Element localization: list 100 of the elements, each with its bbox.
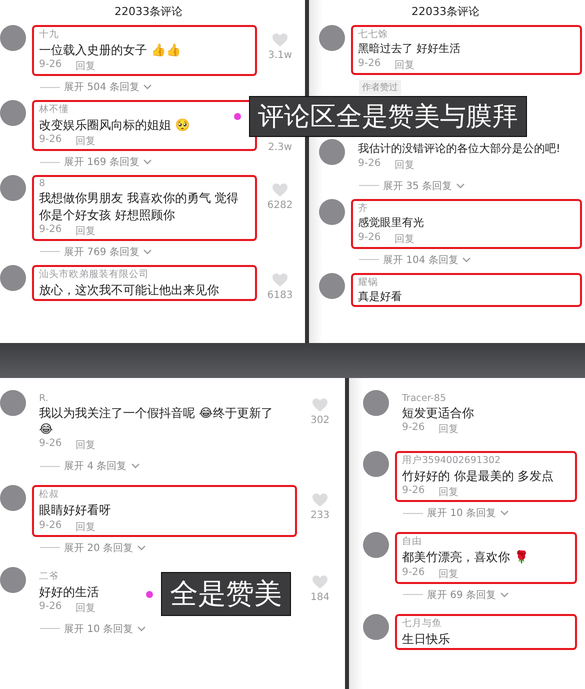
reply-link[interactable]: 回复 [76, 224, 96, 238]
username[interactable]: Tracer-85 [402, 393, 446, 404]
chevron-down-icon [130, 463, 140, 470]
avatar[interactable] [0, 264, 26, 291]
username[interactable]: R. [39, 393, 48, 404]
chevron-down-icon [137, 544, 146, 551]
avatar[interactable] [319, 272, 345, 299]
comment-text: 眼睛好好看呀 [39, 502, 111, 519]
comment-text: 我以为我关注了一个假抖音呢 😂终于更新了 😂 [39, 405, 274, 438]
chevron-down-icon [500, 510, 510, 516]
expand-replies-link[interactable]: 展开 10 条回复 [427, 506, 496, 520]
comment-date: 9-26 [39, 59, 62, 72]
username[interactable]: 8 [39, 178, 46, 190]
avatar[interactable] [319, 138, 345, 165]
comment-text: 短发更适合你 [402, 405, 474, 422]
avatar[interactable] [0, 390, 26, 416]
expand-replies-link[interactable]: 展开 504 条回复 [64, 80, 140, 94]
avatar[interactable] [363, 532, 389, 558]
avatar[interactable] [363, 451, 389, 478]
reply-link[interactable]: 回复 [394, 58, 415, 72]
username[interactable]: 汕头市欧弟服装有限公司 [39, 268, 149, 281]
expand-replies-link[interactable]: 展开 169 条回复 [64, 155, 140, 170]
chevron-down-icon [137, 626, 146, 632]
chevron-down-icon [143, 84, 152, 90]
comment-date: 9-26 [402, 422, 425, 436]
chevron-down-icon [500, 592, 510, 598]
comment-text: 生日快乐 [402, 630, 450, 647]
avatar[interactable] [0, 25, 26, 51]
comment-text: 改变娱乐圈风向标的姐姐 🥺 [39, 117, 190, 134]
comment-text: 我估计的没错评论的各位大部分是公的吧! [358, 142, 560, 157]
like-count: 2.3w [268, 142, 292, 154]
comment-date: 9-26 [358, 158, 381, 171]
reply-link[interactable]: 回复 [438, 422, 459, 436]
reply-link[interactable]: 回复 [438, 485, 459, 500]
like-count: 3.1w [268, 50, 292, 61]
comment-date: 9-26 [39, 438, 62, 452]
expand-replies-link[interactable]: 展开 4 条回复 [64, 459, 127, 474]
comment-date: 9-26 [39, 520, 62, 533]
username[interactable]: 齐 [358, 202, 368, 215]
comment-date: 9-26 [402, 485, 425, 498]
chevron-down-icon [462, 256, 472, 263]
expand-replies-link[interactable]: 展开 104 条回复 [383, 252, 458, 267]
comment-text: 好好的生活 [39, 584, 99, 600]
like-count: 302 [310, 415, 330, 426]
like-count: 6282 [267, 200, 293, 212]
reply-link[interactable]: 回复 [76, 59, 96, 74]
username[interactable]: 耀锅 [358, 276, 378, 289]
caption-label: 全是赞美 [161, 572, 291, 616]
username[interactable]: 松叔 [39, 488, 59, 502]
expand-replies-link[interactable]: 展开 769 条回复 [64, 244, 140, 259]
expand-replies-link[interactable]: 展开 20 条回复 [64, 540, 134, 555]
avatar[interactable] [0, 100, 26, 126]
comment-date: 9-26 [402, 566, 425, 580]
expand-replies-link[interactable]: 展开 69 条回复 [427, 588, 496, 602]
like-count: 233 [310, 510, 330, 522]
reply-link[interactable]: 回复 [76, 600, 96, 615]
comment-text: 放心，这次我不可能让他出来见你 [39, 282, 219, 298]
comment-text: 黑暗过去了 好好生活 [358, 42, 460, 57]
reply-link[interactable]: 回复 [76, 134, 96, 148]
chevron-down-icon [456, 182, 466, 189]
avatar[interactable] [363, 614, 389, 640]
avatar[interactable] [319, 198, 345, 225]
avatar[interactable] [319, 25, 345, 51]
reply-link[interactable]: 回复 [76, 520, 96, 534]
chevron-down-icon [143, 248, 152, 255]
comment-text: 都美竹漂亮，喜欢你 🌹 [402, 549, 529, 566]
comment-date: 9-26 [39, 134, 62, 148]
comment-text: 感觉眼里有光 [358, 216, 424, 231]
username[interactable]: 七七馀 [358, 28, 388, 41]
username[interactable]: 七月与鱼 [402, 616, 442, 630]
reply-link[interactable]: 回复 [394, 158, 415, 172]
comment-text: 我想做你男朋友 我喜欢你的勇气 觉得你是个好女孩 好想照顾你 [39, 190, 240, 223]
comment-text: 竹好好的 你是最美的 多发点 [402, 468, 554, 484]
comment-date: 9-26 [39, 600, 62, 614]
comment-count-title: 22033条评论 [114, 4, 184, 19]
comment-date: 9-26 [358, 58, 381, 71]
avatar[interactable] [363, 390, 389, 416]
like-count: 6183 [267, 290, 293, 301]
avatar[interactable] [0, 485, 26, 512]
comment-count-title: 22033条评论 [410, 4, 480, 19]
author-liked-tag: 作者赞过 [359, 80, 401, 95]
username[interactable]: 十九 [39, 28, 59, 41]
username[interactable]: 自由 [402, 535, 422, 548]
like-count: 184 [310, 592, 330, 603]
avatar[interactable] [0, 175, 26, 202]
expand-replies-link[interactable]: 展开 10 条回复 [64, 622, 134, 636]
comment-text: 一位载入史册的女子 👍👍 [39, 42, 181, 58]
reply-link[interactable]: 回复 [438, 566, 459, 581]
chevron-down-icon [143, 159, 152, 166]
username[interactable]: 用户3594002691302 [402, 454, 501, 468]
username[interactable]: 二爷 [39, 570, 59, 583]
expand-replies-link[interactable]: 展开 35 条回复 [383, 178, 452, 193]
reply-link[interactable]: 回复 [76, 438, 96, 452]
username[interactable]: 林不懂 [39, 103, 69, 116]
caption-label: 评论区全是赞美与膜拜 [249, 96, 527, 137]
comment-date: 9-26 [39, 224, 62, 237]
comment-date: 9-26 [358, 232, 381, 245]
reply-link[interactable]: 回复 [394, 232, 415, 246]
avatar[interactable] [0, 566, 26, 593]
comment-text: 真是好看 [358, 290, 402, 304]
